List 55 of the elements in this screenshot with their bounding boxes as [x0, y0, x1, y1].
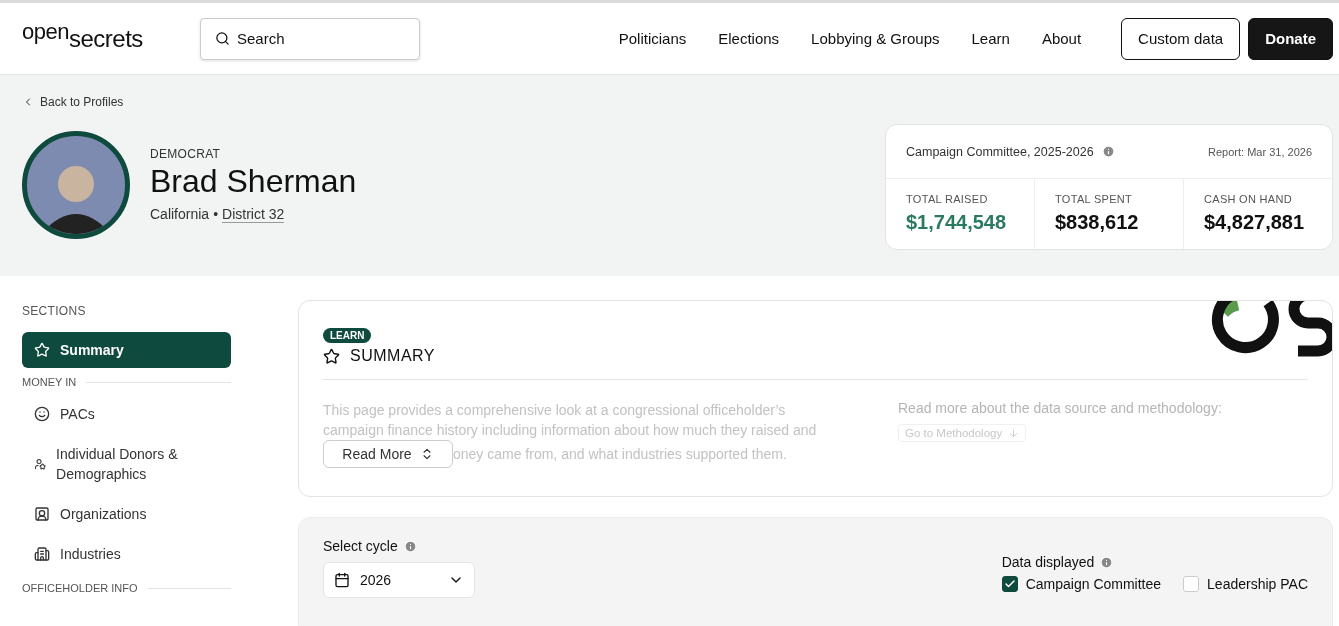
star-icon [34, 342, 50, 358]
separator-dot: • [213, 206, 219, 223]
arrow-down-icon [1008, 427, 1020, 439]
nav-link[interactable]: About [1041, 30, 1082, 47]
cycle-label: Select cycle [323, 538, 398, 554]
nav-link[interactable]: Elections [718, 30, 780, 47]
star-icon [323, 347, 340, 365]
sidebar-item[interactable]: Organizations [22, 494, 231, 534]
district-link[interactable]: District 32 [222, 206, 285, 223]
group-heading: MONEY IN [22, 376, 77, 388]
sidebar-item[interactable]: Industries [22, 534, 231, 574]
politician-name: Brad Sherman [150, 163, 357, 200]
nav-link[interactable]: Learn [971, 30, 1010, 47]
search-field[interactable]: Search [200, 17, 420, 60]
read-more-button[interactable]: Read More [323, 440, 453, 468]
card-title: Campaign Committee, 2025-2026 [906, 144, 1094, 159]
summary-title: SUMMARY [350, 347, 435, 365]
stat-label: CASH ON HAND [1204, 193, 1293, 205]
nav-link[interactable]: Lobbying & Groups [811, 30, 940, 47]
contact-card-icon [34, 506, 50, 522]
checkbox-label: Campaign Committee [1025, 576, 1162, 592]
stat-label: TOTAL RAISED [906, 193, 989, 205]
methodology-text: Read more about the data source and methodology: [898, 400, 1222, 416]
state-text: California [150, 206, 210, 223]
nav-link[interactable]: Politicians [618, 30, 687, 47]
report-date: Report: Mar 31, 2026 [1208, 145, 1312, 158]
sidebar-item[interactable]: PACs [22, 394, 231, 434]
calendar-icon [334, 572, 350, 588]
person-star-icon [34, 456, 47, 472]
info-icon[interactable] [1100, 555, 1114, 569]
opensecrets-logo[interactable]: opensecrets [22, 26, 200, 51]
data-displayed-label: Data displayed [1001, 554, 1095, 570]
face-icon [34, 406, 50, 422]
info-icon[interactable] [1101, 145, 1115, 158]
group-heading: OFFICEHOLDER INFO [22, 582, 138, 594]
stat-value: $4,827,881 [1204, 211, 1306, 234]
donate-button[interactable]: Donate [1248, 17, 1333, 60]
info-icon[interactable] [403, 539, 417, 553]
search-icon [215, 30, 230, 46]
cycle-select[interactable]: 2026 [323, 562, 475, 598]
stat-value: $1,744,548 [906, 211, 1008, 234]
sidebar-item[interactable]: Individual Donors & Demographics [22, 434, 231, 494]
stat-label: TOTAL SPENT [1055, 193, 1134, 205]
building-icon [34, 546, 50, 562]
back-link[interactable]: Back to Profiles [22, 95, 357, 109]
stat-value: $838,612 [1055, 211, 1140, 234]
checkbox[interactable] [1001, 576, 1018, 592]
custom-data-button[interactable]: Custom data [1121, 17, 1241, 60]
check-icon [1003, 578, 1016, 590]
learn-badge: LEARN [323, 328, 372, 343]
sections-heading: SECTIONS [22, 304, 87, 318]
sidebar-item[interactable]: Summary [22, 332, 231, 368]
summary-description: oney came from, and what industries supported them. [453, 446, 787, 462]
party-label: DEMOCRAT [150, 147, 222, 161]
checkbox-label: Leadership PAC [1207, 576, 1308, 592]
